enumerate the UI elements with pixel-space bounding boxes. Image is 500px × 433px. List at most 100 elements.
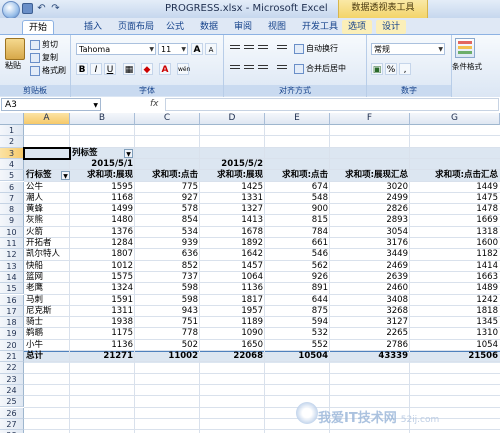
align-center-icon[interactable] bbox=[243, 63, 255, 73]
pivot-row-item[interactable]: 骑士 bbox=[24, 317, 70, 328]
pivot-value-cell[interactable]: 1678 bbox=[200, 227, 265, 238]
pivot-value-cell[interactable]: 1480 bbox=[70, 215, 135, 226]
pivot-value-cell[interactable]: 927 bbox=[135, 193, 200, 204]
office-button-icon[interactable] bbox=[2, 1, 20, 19]
tab-page-layout[interactable]: 页面布局 bbox=[112, 20, 160, 34]
copy-button[interactable]: 复制 bbox=[30, 52, 58, 63]
align-right-icon[interactable] bbox=[257, 63, 269, 73]
cut-button[interactable]: 剪切 bbox=[30, 39, 58, 50]
row-header[interactable]: 10 bbox=[0, 226, 24, 238]
pivot-value-cell[interactable]: 1090 bbox=[200, 328, 265, 339]
paste-label[interactable]: 粘贴 bbox=[5, 60, 21, 71]
row-header[interactable]: 16 bbox=[0, 294, 24, 306]
tab-home[interactable]: 开始 bbox=[22, 20, 55, 35]
row-header[interactable]: 18 bbox=[0, 317, 24, 329]
pivot-value-cell[interactable]: 1663 bbox=[410, 272, 500, 283]
row-header[interactable]: 3 bbox=[0, 147, 24, 159]
shrink-font-button[interactable]: A bbox=[205, 43, 217, 55]
column-header-a[interactable]: A bbox=[24, 113, 70, 125]
font-size-select[interactable]: 11 ▼ bbox=[158, 43, 188, 55]
worksheet-grid[interactable]: A B C D E F G 1 2 3 4 5 6 7 8 9 10 11 12 13 14 15 16 17 18 19 20 21… bbox=[0, 113, 500, 433]
pivot-value-cell[interactable]: 1311 bbox=[70, 306, 135, 317]
pivot-value-cell[interactable]: 534 bbox=[135, 227, 200, 238]
pivot-value-cell[interactable]: 594 bbox=[265, 317, 330, 328]
pivot-value-cell[interactable]: 1376 bbox=[70, 227, 135, 238]
pivot-value-cell[interactable]: 784 bbox=[265, 227, 330, 238]
pivot-value-cell[interactable]: 3408 bbox=[330, 295, 410, 306]
pivot-grand-total-value[interactable]: 10504 bbox=[265, 351, 330, 362]
italic-button[interactable]: I bbox=[90, 63, 102, 75]
pivot-measure-header[interactable]: 求和项:点击汇总 bbox=[410, 170, 500, 181]
pivot-value-cell[interactable]: 1012 bbox=[70, 261, 135, 272]
pivot-value-cell[interactable]: 2499 bbox=[330, 193, 410, 204]
indent-icon[interactable] bbox=[276, 63, 288, 73]
redo-icon[interactable]: ↷ bbox=[50, 3, 61, 14]
font-name-select[interactable]: Tahoma ▼ bbox=[76, 43, 156, 55]
pivot-row-item[interactable]: 小牛 bbox=[24, 340, 70, 351]
pivot-value-cell[interactable]: 598 bbox=[135, 283, 200, 294]
pivot-measure-header[interactable]: 求和项:点击 bbox=[265, 170, 330, 181]
pivot-value-cell[interactable]: 2786 bbox=[330, 340, 410, 351]
pivot-value-cell[interactable]: 1413 bbox=[200, 215, 265, 226]
pivot-grand-total-value[interactable]: 43339 bbox=[330, 351, 410, 362]
pivot-value-cell[interactable]: 1489 bbox=[410, 283, 500, 294]
column-header-g[interactable]: G bbox=[410, 113, 500, 125]
percent-button[interactable]: % bbox=[385, 63, 397, 75]
pivot-value-cell[interactable]: 943 bbox=[135, 306, 200, 317]
row-header[interactable]: 8 bbox=[0, 204, 24, 216]
align-top-icon[interactable] bbox=[229, 43, 241, 53]
pivot-grand-total-label[interactable]: 总计 bbox=[24, 351, 70, 362]
pivot-row-item[interactable]: 开拓者 bbox=[24, 238, 70, 249]
tab-view[interactable]: 视图 bbox=[262, 20, 292, 34]
undo-icon[interactable]: ↶ bbox=[36, 3, 47, 14]
pivot-value-cell[interactable]: 546 bbox=[265, 249, 330, 260]
pivot-value-cell[interactable]: 1345 bbox=[410, 317, 500, 328]
pivot-row-item[interactable]: 灰熊 bbox=[24, 215, 70, 226]
pivot-measure-header[interactable]: 求和项:点击 bbox=[135, 170, 200, 181]
pivot-grand-total-value[interactable]: 22068 bbox=[200, 351, 265, 362]
pivot-value-cell[interactable]: 1642 bbox=[200, 249, 265, 260]
pivot-value-cell[interactable]: 1310 bbox=[410, 328, 500, 339]
pivot-grand-total-value[interactable]: 11002 bbox=[135, 351, 200, 362]
row-header[interactable]: 15 bbox=[0, 283, 24, 295]
select-all-corner[interactable] bbox=[0, 113, 24, 125]
pivot-value-cell[interactable]: 502 bbox=[135, 340, 200, 351]
row-header[interactable]: 20 bbox=[0, 339, 24, 351]
pivot-date-header[interactable]: 2015/5/2 bbox=[200, 159, 265, 170]
pivot-value-cell[interactable]: 1650 bbox=[200, 340, 265, 351]
pivot-value-cell[interactable]: 1591 bbox=[70, 295, 135, 306]
row-header[interactable]: 13 bbox=[0, 260, 24, 272]
pivot-row-item[interactable]: 鹈鹕 bbox=[24, 328, 70, 339]
pivot-value-cell[interactable]: 1600 bbox=[410, 238, 500, 249]
save-icon[interactable] bbox=[22, 3, 33, 14]
phonetic-button[interactable]: wén bbox=[177, 63, 190, 75]
column-header-e[interactable]: E bbox=[265, 113, 330, 125]
merge-center-button[interactable]: 合并后居中 bbox=[294, 63, 346, 74]
pivot-row-item[interactable]: 黄蜂 bbox=[24, 204, 70, 215]
row-header[interactable]: 2 bbox=[0, 136, 24, 148]
fx-icon[interactable]: fx bbox=[150, 99, 159, 109]
pivot-row-item[interactable]: 老鹰 bbox=[24, 283, 70, 294]
pivot-value-cell[interactable]: 1595 bbox=[70, 182, 135, 193]
pivot-value-cell[interactable]: 751 bbox=[135, 317, 200, 328]
bold-button[interactable]: B bbox=[76, 63, 88, 75]
pivot-value-cell[interactable]: 775 bbox=[135, 182, 200, 193]
pivot-value-cell[interactable]: 1478 bbox=[410, 204, 500, 215]
pivot-value-cell[interactable]: 1284 bbox=[70, 238, 135, 249]
pivot-row-item[interactable]: 马刺 bbox=[24, 295, 70, 306]
row-filter-dropdown-icon[interactable]: ▼ bbox=[61, 171, 70, 181]
row-header[interactable]: 4 bbox=[0, 158, 24, 171]
tab-design[interactable]: 设计 bbox=[376, 20, 407, 34]
name-box[interactable]: A3 ▼ bbox=[1, 98, 101, 111]
pivot-value-cell[interactable]: 926 bbox=[265, 272, 330, 283]
align-middle-icon[interactable] bbox=[243, 43, 255, 53]
pivot-value-cell[interactable]: 875 bbox=[265, 306, 330, 317]
pivot-value-cell[interactable]: 939 bbox=[135, 238, 200, 249]
pivot-value-cell[interactable]: 1175 bbox=[70, 328, 135, 339]
row-header[interactable]: 23 bbox=[0, 373, 24, 385]
pivot-value-cell[interactable]: 1189 bbox=[200, 317, 265, 328]
pivot-value-cell[interactable]: 1499 bbox=[70, 204, 135, 215]
tab-data[interactable]: 数据 bbox=[194, 20, 224, 34]
pivot-row-item[interactable]: 凯尔特人 bbox=[24, 249, 70, 260]
pivot-value-cell[interactable]: 1818 bbox=[410, 306, 500, 317]
